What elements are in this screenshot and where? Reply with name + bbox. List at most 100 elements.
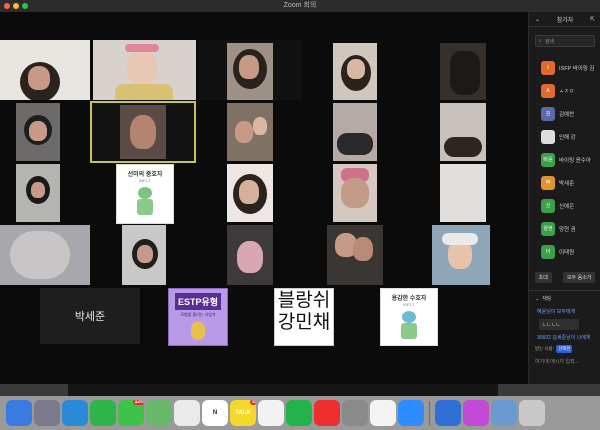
close-window-button[interactable] bbox=[4, 3, 10, 9]
minimize-window-button[interactable] bbox=[13, 3, 19, 9]
estp-card[interactable]: ESTP유형 모험을 즐기는 사업가 bbox=[168, 288, 228, 346]
participant-name-tile[interactable]: 박세준 bbox=[40, 288, 140, 344]
finder-icon[interactable] bbox=[6, 400, 32, 426]
video-tile[interactable] bbox=[227, 164, 273, 222]
panel-buttons: 초대 모두 음소거 bbox=[529, 272, 600, 283]
line-icon[interactable] bbox=[286, 400, 312, 426]
safari-icon[interactable] bbox=[62, 400, 88, 426]
chat-input[interactable]: 여기에 메시지 입력... bbox=[529, 355, 600, 368]
settings-icon[interactable] bbox=[342, 400, 368, 426]
card-subtitle: ISFJ-T bbox=[403, 302, 415, 307]
video-tile[interactable] bbox=[440, 164, 486, 222]
participant-name: 김예찬 bbox=[559, 111, 575, 118]
character-illustration bbox=[191, 322, 205, 340]
personality-card[interactable]: 용감한 수호자 ISFJ-T bbox=[380, 288, 438, 346]
video-tile[interactable] bbox=[333, 43, 377, 100]
participant-row[interactable]: I ISFP 바이링 김 bbox=[529, 56, 600, 79]
participant-name: 이태원 bbox=[559, 249, 575, 256]
dock-icon-label: N bbox=[212, 410, 218, 416]
facetime-icon[interactable] bbox=[90, 400, 116, 426]
video-tile[interactable] bbox=[0, 40, 90, 100]
avatar: 바윤 bbox=[541, 152, 555, 167]
card-title: 선미의 중호자 bbox=[127, 172, 163, 178]
handwriting-line2: 강민채 bbox=[277, 311, 331, 333]
video-tile[interactable] bbox=[227, 225, 273, 285]
avatar bbox=[541, 129, 555, 144]
photos-icon[interactable] bbox=[258, 400, 284, 426]
trash-icon[interactable] bbox=[519, 400, 545, 426]
window-controls bbox=[4, 3, 28, 9]
participant-name: ㅅㅈㅇ bbox=[559, 88, 575, 95]
file-icon[interactable] bbox=[435, 400, 461, 426]
participant-list: I ISFP 바이링 김 A ㅅㅈㅇ 김 김예찬인해 강바윤 바이링 윤수아박 박세준 신 신예은… bbox=[529, 56, 600, 263]
window-title: Zoom 회의 bbox=[283, 2, 317, 9]
search-icon: ⌕ bbox=[539, 38, 542, 44]
music-icon[interactable] bbox=[370, 400, 396, 426]
chevron-down-icon[interactable]: ⌄ bbox=[535, 16, 540, 23]
zoom-window-button[interactable] bbox=[22, 3, 28, 9]
recipient-select[interactable]: 선택된 bbox=[556, 345, 573, 353]
recipient-label: 받는 사람: bbox=[535, 346, 555, 351]
messages-icon[interactable]: 124 bbox=[118, 400, 144, 426]
personality-card[interactable]: 선미의 중호자 INFJ-T bbox=[116, 164, 174, 224]
video-tile[interactable] bbox=[333, 103, 377, 161]
avatar: 김 bbox=[541, 106, 555, 121]
youtube-icon[interactable] bbox=[314, 400, 340, 426]
avatar: A bbox=[541, 83, 555, 98]
notion-icon[interactable]: N bbox=[202, 400, 228, 426]
dock-icon-label: TALK bbox=[235, 410, 251, 416]
video-tile[interactable] bbox=[327, 225, 383, 285]
video-tile[interactable] bbox=[227, 43, 273, 100]
video-tile[interactable] bbox=[16, 103, 60, 161]
card-subtitle: INFJ-T bbox=[138, 178, 152, 183]
maps-icon[interactable] bbox=[146, 400, 172, 426]
avatar: I bbox=[541, 60, 555, 75]
participant-row[interactable]: 신 신예은 bbox=[529, 194, 600, 217]
kakaotalk-icon[interactable]: TALK 6 bbox=[230, 400, 256, 426]
invite-button[interactable]: 초대 bbox=[534, 272, 552, 283]
video-tile[interactable] bbox=[227, 103, 273, 161]
card-title: 용감한 수호자 bbox=[391, 296, 427, 302]
participant-name: 박세준 bbox=[74, 311, 106, 323]
handwriting-line1: 블랑쉬 bbox=[277, 289, 331, 311]
participant-row[interactable]: 김 김예찬 bbox=[529, 102, 600, 125]
avatar: 이 bbox=[541, 244, 555, 259]
participant-name: ISFP 바이링 김 bbox=[559, 65, 595, 72]
participant-row[interactable]: 이 이태원 bbox=[529, 240, 600, 263]
participant-row[interactable]: 양현 양현 권 bbox=[529, 217, 600, 240]
chat-panel: ⌄ 채팅 혜윤님이 모두에게 ㄴㄴㄴㄴ 30602 김세준님이 나에게 받는 사… bbox=[529, 290, 600, 385]
chevron-down-icon[interactable]: ⌄ bbox=[535, 296, 539, 302]
estp-title: ESTP유형 bbox=[175, 293, 221, 310]
chrome-icon[interactable] bbox=[174, 400, 200, 426]
mute-all-button[interactable]: 모두 음소거 bbox=[563, 272, 596, 283]
video-tile[interactable] bbox=[93, 40, 196, 100]
zoom-icon[interactable] bbox=[398, 400, 424, 426]
participant-row[interactable]: A ㅅㅈㅇ bbox=[529, 79, 600, 102]
panel-title: 참가자 bbox=[556, 17, 574, 24]
notification-badge: 124 bbox=[132, 400, 144, 405]
meeting-controls-bar bbox=[68, 384, 498, 396]
participant-row[interactable]: 박 박세준 bbox=[529, 171, 600, 194]
participant-row[interactable]: 바윤 바이링 윤수아 bbox=[529, 148, 600, 171]
video-tile[interactable] bbox=[432, 225, 490, 285]
video-tile[interactable] bbox=[440, 43, 486, 100]
participant-search-input[interactable]: ⌕ 검색 bbox=[535, 35, 595, 47]
chat-sender: 혜윤님이 모두에게 bbox=[537, 309, 576, 315]
participant-row[interactable]: 인해 강 bbox=[529, 125, 600, 148]
video-tile[interactable] bbox=[16, 164, 60, 222]
preview-icon[interactable] bbox=[491, 400, 517, 426]
video-tile[interactable] bbox=[333, 164, 377, 222]
active-speaker-tile[interactable] bbox=[90, 101, 196, 163]
popout-icon[interactable]: ⇱ bbox=[590, 16, 595, 23]
dock-separator bbox=[429, 401, 430, 425]
search-placeholder: 검색 bbox=[544, 38, 555, 45]
podcast-icon[interactable] bbox=[463, 400, 489, 426]
video-tile[interactable] bbox=[122, 225, 166, 285]
video-tile[interactable] bbox=[0, 225, 90, 285]
handwriting-card[interactable]: 블랑쉬 강민채 bbox=[274, 288, 334, 346]
notification-badge: 6 bbox=[250, 400, 256, 405]
chat-message: ㄴㄴㄴㄴ bbox=[539, 319, 579, 330]
video-tile[interactable] bbox=[440, 103, 486, 161]
launchpad-icon[interactable] bbox=[34, 400, 60, 426]
participant-name: 바이링 윤수아 bbox=[559, 157, 591, 164]
